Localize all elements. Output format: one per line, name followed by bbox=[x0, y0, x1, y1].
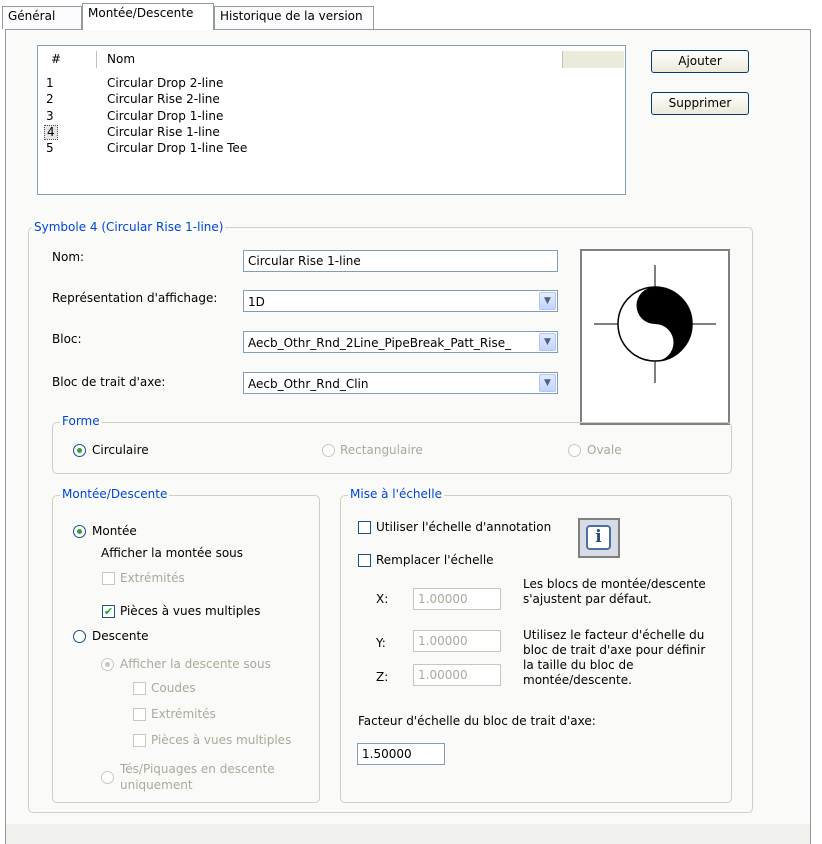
list-item-number[interactable]: 3 bbox=[46, 109, 54, 123]
add-button-label: Ajouter bbox=[678, 54, 722, 68]
override-scale-label: Remplacer l'échelle bbox=[376, 553, 494, 567]
circular-label: Circulaire bbox=[92, 443, 149, 457]
info-text-axis-factor-2: bloc de trait d'axe pour définir bbox=[523, 643, 706, 657]
column-header-number[interactable]: # bbox=[51, 52, 61, 66]
info-text-axis-factor-4: montée/descente. bbox=[523, 673, 632, 687]
list-item-name[interactable]: Circular Drop 2-line bbox=[107, 76, 223, 90]
drop-elbows-label: Coudes bbox=[151, 681, 196, 695]
block-value: Aecb_Othr_Rnd_2Line_PipeBreak_Patt_Rise_ bbox=[248, 336, 512, 350]
drop-radio[interactable] bbox=[73, 630, 86, 643]
column-header-name[interactable]: Nom bbox=[107, 52, 135, 66]
list-item-name[interactable]: Circular Rise 1-line bbox=[107, 125, 220, 139]
symbol-group-title: Symbole 4 (Circular Rise 1-line) bbox=[32, 220, 226, 234]
block-label: Bloc: bbox=[52, 332, 82, 346]
x-label: X: bbox=[376, 592, 389, 606]
info-icon: i bbox=[578, 518, 620, 558]
rise-ends-checkbox[interactable] bbox=[102, 572, 115, 585]
info-text-default-scaling-2: s'ajustent par défaut. bbox=[523, 592, 652, 606]
block-dropdown[interactable]: Aecb_Othr_Rnd_2Line_PipeBreak_Patt_Rise_… bbox=[243, 331, 558, 353]
tab-rise-drop-label: Montée/Descente bbox=[88, 6, 194, 20]
oval-label: Ovale bbox=[587, 443, 622, 457]
show-rise-under-label: Afficher la montée sous bbox=[101, 546, 244, 560]
list-item-name[interactable]: Circular Rise 2-line bbox=[107, 92, 220, 106]
tab-version-history[interactable]: Historique de la version bbox=[214, 6, 374, 29]
show-drop-under-radio[interactable] bbox=[101, 658, 114, 671]
drop-label: Descente bbox=[92, 629, 149, 643]
drop-multiview-checkbox[interactable] bbox=[133, 734, 146, 747]
list-item-number[interactable]: 5 bbox=[46, 141, 54, 155]
tab-general-label: Général bbox=[8, 9, 56, 23]
name-label: Nom: bbox=[52, 250, 85, 264]
axis-block-value: Aecb_Othr_Rnd_Clin bbox=[248, 377, 369, 391]
axis-block-label: Bloc de trait d'axe: bbox=[52, 375, 166, 389]
y-scale-field[interactable]: 1.00000 bbox=[413, 630, 501, 652]
chevron-down-icon[interactable]: ▼ bbox=[539, 292, 556, 310]
tees-only-radio[interactable] bbox=[101, 771, 114, 784]
rise-drop-group bbox=[52, 495, 320, 803]
rise-radio[interactable] bbox=[73, 525, 86, 538]
list-item-name[interactable]: Circular Drop 1-line bbox=[107, 109, 223, 123]
rectangular-radio[interactable] bbox=[322, 444, 335, 457]
circular-radio[interactable] bbox=[73, 444, 86, 457]
z-label: Z: bbox=[376, 670, 389, 684]
rise-multiview-checkbox[interactable]: ✔ bbox=[102, 605, 115, 618]
list-item-number[interactable]: 2 bbox=[46, 92, 54, 106]
drop-elbows-checkbox[interactable] bbox=[133, 682, 146, 695]
panel-footer bbox=[6, 824, 810, 844]
list-header-filler bbox=[562, 51, 624, 68]
show-drop-under-label: Afficher la descente sous bbox=[120, 657, 271, 671]
display-representation-value: 1D bbox=[248, 295, 265, 309]
info-text-axis-factor-1: Utilisez le facteur d'échelle du bbox=[523, 628, 705, 642]
info-text-axis-factor-3: la taille du bloc de bbox=[523, 658, 634, 672]
remove-button-label: Supprimer bbox=[668, 96, 732, 110]
yin-yang-symbol-icon bbox=[594, 265, 716, 383]
tab-general[interactable]: Général bbox=[2, 6, 82, 29]
rise-drop-group-title: Montée/Descente bbox=[60, 487, 170, 501]
tab-rise-drop[interactable]: Montée/Descente bbox=[82, 3, 214, 30]
info-glyph: i bbox=[586, 525, 611, 550]
rise-ends-label: Extrémités bbox=[120, 571, 185, 585]
x-scale-field[interactable]: 1.00000 bbox=[413, 588, 501, 610]
info-text-default-scaling-1: Les blocs de montée/descente bbox=[523, 577, 706, 591]
symbol-preview bbox=[580, 249, 730, 425]
z-scale-field[interactable]: 1.00000 bbox=[413, 664, 501, 686]
list-item-number[interactable]: 1 bbox=[46, 76, 54, 90]
list-item-number-selected[interactable]: 4 bbox=[44, 125, 58, 140]
tees-only-label-line1: Tés/Piquages en descente bbox=[120, 762, 275, 776]
y-label: Y: bbox=[376, 636, 386, 650]
display-representation-dropdown[interactable]: 1D ▼ bbox=[243, 290, 558, 312]
scale-group-title: Mise à l'échelle bbox=[348, 487, 444, 501]
use-annotation-scale-checkbox[interactable] bbox=[358, 521, 371, 534]
name-field[interactable]: Circular Rise 1-line bbox=[243, 250, 558, 272]
column-separator bbox=[96, 51, 97, 68]
add-button[interactable]: Ajouter bbox=[651, 50, 749, 73]
chevron-down-icon[interactable]: ▼ bbox=[539, 374, 556, 392]
tees-only-label-line2: uniquement bbox=[120, 778, 193, 792]
axis-block-dropdown[interactable]: Aecb_Othr_Rnd_Clin ▼ bbox=[243, 372, 558, 394]
override-scale-checkbox[interactable] bbox=[358, 554, 371, 567]
oval-radio[interactable] bbox=[568, 444, 581, 457]
display-representation-label: Représentation d'affichage: bbox=[52, 291, 218, 305]
rise-label: Montée bbox=[92, 524, 137, 538]
tab-version-history-label: Historique de la version bbox=[220, 9, 363, 23]
list-item-name[interactable]: Circular Drop 1-line Tee bbox=[107, 141, 247, 155]
tab-bar: Général Montée/Descente Historique de la… bbox=[0, 0, 822, 30]
rectangular-label: Rectangulaire bbox=[340, 443, 423, 457]
axis-scale-factor-field[interactable]: 1.50000 bbox=[357, 743, 445, 765]
drop-ends-checkbox[interactable] bbox=[133, 708, 146, 721]
drop-ends-label: Extrémités bbox=[151, 707, 216, 721]
use-annotation-scale-label: Utiliser l'échelle d'annotation bbox=[376, 520, 552, 534]
drop-multiview-label: Pièces à vues multiples bbox=[151, 733, 292, 747]
shape-group-title: Forme bbox=[60, 414, 102, 428]
remove-button[interactable]: Supprimer bbox=[651, 92, 749, 115]
rise-multiview-label: Pièces à vues multiples bbox=[120, 604, 261, 618]
chevron-down-icon[interactable]: ▼ bbox=[539, 333, 556, 351]
axis-scale-factor-label: Facteur d'échelle du bloc de trait d'axe… bbox=[358, 714, 596, 728]
